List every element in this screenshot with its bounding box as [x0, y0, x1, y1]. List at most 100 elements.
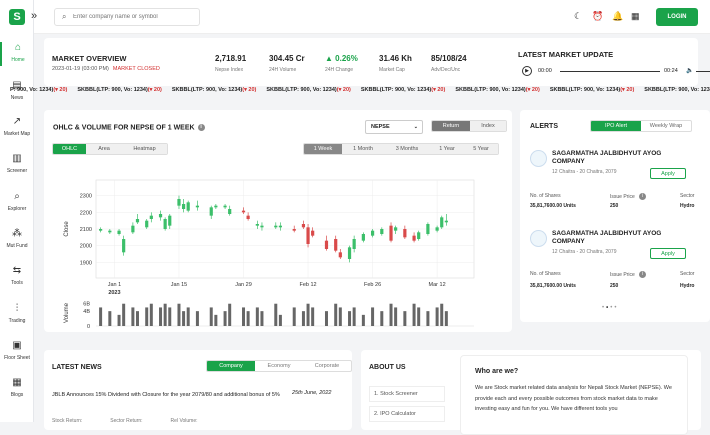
volume-bar: [348, 311, 352, 326]
sidebar-item-tools[interactable]: ⇆ Tools: [0, 265, 34, 286]
dark-mode-icon[interactable]: ☾: [574, 11, 582, 22]
apply-button[interactable]: Apply: [650, 248, 686, 259]
ticker-item[interactable]: SKBBL(LTP: 900, Vo: 1234)(▾ 20): [266, 87, 350, 93]
candle-body: [444, 220, 448, 223]
stat-adv-dec: 85/108/24 Adv/Dec/Unc: [431, 54, 467, 73]
y-tick-label: 2100: [80, 227, 92, 233]
candle-body: [181, 204, 186, 209]
bell-icon[interactable]: 🔔: [612, 11, 623, 22]
search-input[interactable]: [73, 11, 197, 23]
ticker-item[interactable]: SKBBL(LTP: 900, Vo: 1234)(▾ 20): [77, 87, 161, 93]
chart-title: OHLC & VOLUME FOR NEPSE OF 1 WEEK i: [53, 124, 205, 131]
volume-bar: [260, 311, 264, 326]
calendar-icon[interactable]: ▦: [631, 11, 640, 22]
tab-economy[interactable]: Economy: [255, 361, 303, 371]
tab-1-year[interactable]: 1 Year: [430, 144, 464, 154]
ticker-item[interactable]: SKBBL(LTP: 900, Vo: 1234)(▾ 20): [644, 87, 710, 93]
volume-bar: [99, 307, 103, 326]
candle-body: [186, 202, 190, 211]
app-logo[interactable]: S: [9, 9, 25, 25]
sidebar-item-mut-fund[interactable]: ⁂ Mut Fund: [0, 228, 34, 249]
index-select[interactable]: NEPSE ⌄: [365, 120, 423, 134]
sidebar: S ⌂ Home ▤ News ↗ Market Map ▥ Screener ⌕ Exp…: [0, 0, 34, 422]
about-item-stock-screener[interactable]: 1. Stock Screener: [369, 386, 445, 402]
who-are-we-box: Who are we? We are Stock market related …: [460, 355, 688, 435]
ticker-item[interactable]: SKBBL(LTP: 900, Vo: 1234)(▾ 20): [550, 87, 634, 93]
candle-body: [122, 239, 126, 253]
volume-bar: [214, 314, 218, 326]
candle-body: [163, 219, 167, 229]
ticker-item[interactable]: P: 900, Vo: 1234)(▾ 20): [10, 87, 67, 93]
tab-weekly-wrap[interactable]: Weekly Wrap: [641, 121, 691, 131]
volume-tick-label: 6B: [83, 302, 90, 308]
plot-frame: [95, 179, 475, 279]
candle-body: [246, 215, 250, 219]
sidebar-item-market-map[interactable]: ↗ Market Map: [0, 116, 34, 137]
about-item-ipo-calculator[interactable]: 2. IPO Calculator: [369, 406, 445, 422]
apply-button[interactable]: Apply: [650, 168, 686, 179]
candle-body: [209, 207, 213, 216]
ticker-item[interactable]: SKBBL(LTP: 900, Vo: 1234)(▾ 20): [361, 87, 445, 93]
y-tick-label: 2000: [80, 244, 92, 250]
volume-bar: [159, 307, 163, 326]
tab-index[interactable]: Index: [470, 121, 506, 131]
chevron-down-icon: ⌄: [413, 124, 418, 130]
tab-return[interactable]: Return: [432, 121, 470, 131]
tools-icon: ⇆: [12, 265, 22, 276]
alarm-icon[interactable]: ⏰: [592, 11, 603, 22]
sidebar-item-explorer[interactable]: ⌕ Explorer: [0, 191, 34, 212]
ticker-item[interactable]: SKBBL(LTP: 900, Vo: 1234)(▾ 20): [172, 87, 256, 93]
range-tabs: 1 Week 1 Month 3 Months 1 Year 5 Year: [303, 143, 499, 155]
news-headline[interactable]: JBLB Announces 15% Dividend with Closure…: [52, 390, 280, 400]
tab-ipo-alert[interactable]: IPO Alert: [591, 121, 641, 131]
tab-heatmap[interactable]: Heatmap: [122, 144, 167, 154]
candle-body: [440, 217, 444, 228]
sidebar-item-screener[interactable]: ▥ Screener: [0, 153, 34, 174]
candle-body: [223, 205, 227, 208]
sidebar-item-blogs[interactable]: ▦ Blogs: [0, 377, 34, 398]
search-box[interactable]: ⌕: [54, 8, 200, 26]
chart-line-icon: ↗: [12, 116, 22, 127]
alerts-title: ALERTS: [530, 123, 558, 130]
x-tick-label: Feb 26: [364, 282, 381, 288]
carousel-dots[interactable]: ••••: [602, 305, 618, 311]
volume-slider[interactable]: [696, 71, 710, 72]
candle-body: [131, 225, 135, 233]
ticker-item[interactable]: SKBBL(LTP: 900, Vo: 1234)(▾ 20): [455, 87, 539, 93]
alert-tabs: IPO Alert Weekly Wrap: [590, 120, 692, 132]
volume-icon[interactable]: 🔈: [686, 67, 693, 74]
volume-bar: [426, 311, 430, 326]
login-button[interactable]: LOGIN: [656, 8, 698, 26]
sidebar-item-trading[interactable]: ⫶ Trading: [0, 303, 34, 324]
overview-date: 2023-01-19 (03:00 PM) MARKET CLOSED: [52, 66, 160, 72]
sidebar-item-home[interactable]: ⌂ Home: [0, 42, 34, 66]
info-icon[interactable]: i: [639, 193, 647, 200]
volume-bar: [228, 303, 232, 326]
who-title: Who are we?: [475, 368, 519, 375]
volume-bar: [108, 311, 112, 326]
tab-corporate[interactable]: Corporate: [303, 361, 351, 371]
audio-progress-bar[interactable]: [560, 71, 660, 72]
y-tick-label: 2300: [80, 194, 92, 200]
tab-5-year[interactable]: 5 Year: [464, 144, 498, 154]
candle-body: [117, 230, 121, 234]
play-icon[interactable]: ▶: [522, 66, 532, 76]
tab-company[interactable]: Company: [207, 361, 255, 371]
candle-body: [228, 209, 232, 214]
tab-3-months[interactable]: 3 Months: [384, 144, 430, 154]
stat-change: ▲ 0.26% 24H Change: [325, 54, 358, 73]
candle-body: [417, 232, 421, 239]
tab-ohlc[interactable]: OHLC: [53, 144, 86, 154]
tab-1-week[interactable]: 1 Week: [304, 144, 342, 154]
tab-1-month[interactable]: 1 Month: [342, 144, 384, 154]
info-icon[interactable]: i: [197, 124, 205, 131]
candle-body: [301, 224, 306, 228]
expand-sidebar-icon[interactable]: »: [31, 10, 37, 22]
stat-volume: 304.45 Cr 24H Volume: [269, 54, 305, 73]
info-icon[interactable]: i: [639, 271, 647, 278]
screener-icon: ▥: [12, 153, 22, 164]
tab-area[interactable]: Area: [86, 144, 122, 154]
news-date: 25th June, 2022: [292, 390, 332, 396]
news-tabs: Company Economy Corporate: [206, 360, 352, 372]
sidebar-item-floor-sheet[interactable]: ▣ Floor Sheet: [0, 340, 34, 361]
